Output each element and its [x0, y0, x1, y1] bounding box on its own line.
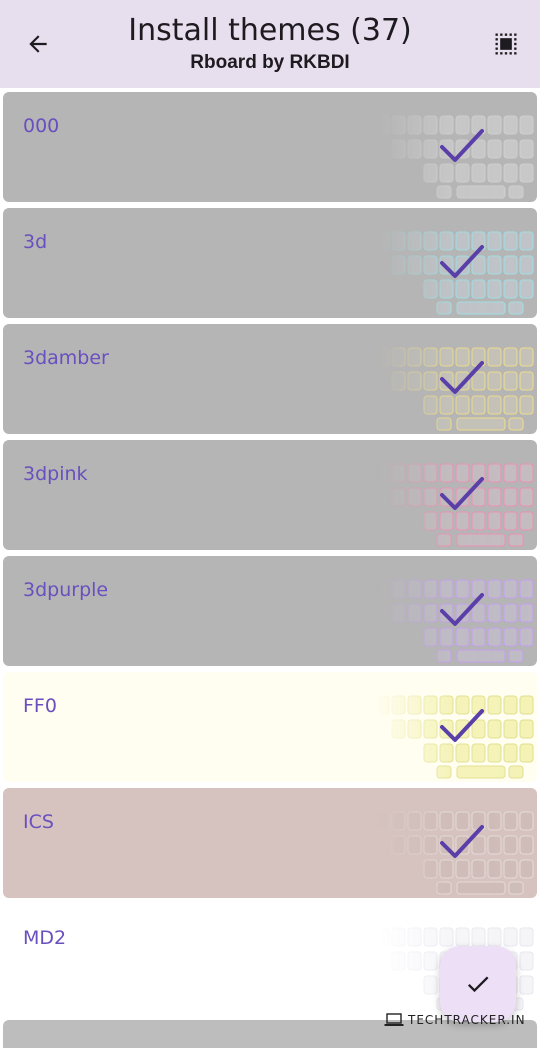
- check-icon: [467, 976, 489, 993]
- theme-card[interactable]: 3dpink: [3, 440, 537, 550]
- selected-check-icon: [440, 245, 484, 278]
- theme-name: ICS: [23, 811, 54, 833]
- back-button[interactable]: [18, 24, 58, 64]
- theme-card[interactable]: 3damber: [3, 324, 537, 434]
- app-bar: Install themes (37) Rboard by RKBDI: [0, 0, 540, 88]
- theme-name: 000: [23, 115, 60, 137]
- theme-list: 000 3d 3damber 3dpink 3dpurple FF0 ICS MD2: [3, 92, 537, 1020]
- arrow-left-icon: [29, 35, 47, 53]
- selected-check-icon: [440, 361, 484, 394]
- selected-check-icon: [440, 825, 484, 858]
- laptop-icon: [384, 1013, 404, 1026]
- theme-name: 3d: [23, 231, 48, 253]
- selected-check-icon: [440, 129, 484, 162]
- theme-name: 3dpink: [23, 463, 88, 485]
- theme-name: FF0: [23, 695, 57, 717]
- select-all-button[interactable]: [486, 24, 526, 64]
- theme-card[interactable]: ICS: [3, 788, 537, 898]
- selected-check-icon: [440, 477, 484, 510]
- theme-card[interactable]: FF0: [3, 672, 537, 782]
- select-all-icon: [495, 33, 517, 55]
- theme-name: 3damber: [23, 347, 109, 369]
- watermark: TECHTRACKER.IN: [384, 1011, 526, 1029]
- theme-card[interactable]: 000: [3, 92, 537, 202]
- theme-card[interactable]: 3d: [3, 208, 537, 318]
- selected-check-icon: [440, 709, 484, 742]
- theme-card[interactable]: 3dpurple: [3, 556, 537, 666]
- title-block: Install themes (37) Rboard by RKBDI: [90, 12, 450, 76]
- page-subtitle: Rboard by RKBDI: [190, 52, 350, 73]
- watermark-text: TECHTRACKER.IN: [408, 1013, 526, 1027]
- theme-name: 3dpurple: [23, 579, 109, 601]
- selected-check-icon: [440, 593, 484, 626]
- page-title: Install themes (37): [128, 13, 412, 48]
- theme-name: MD2: [23, 927, 67, 949]
